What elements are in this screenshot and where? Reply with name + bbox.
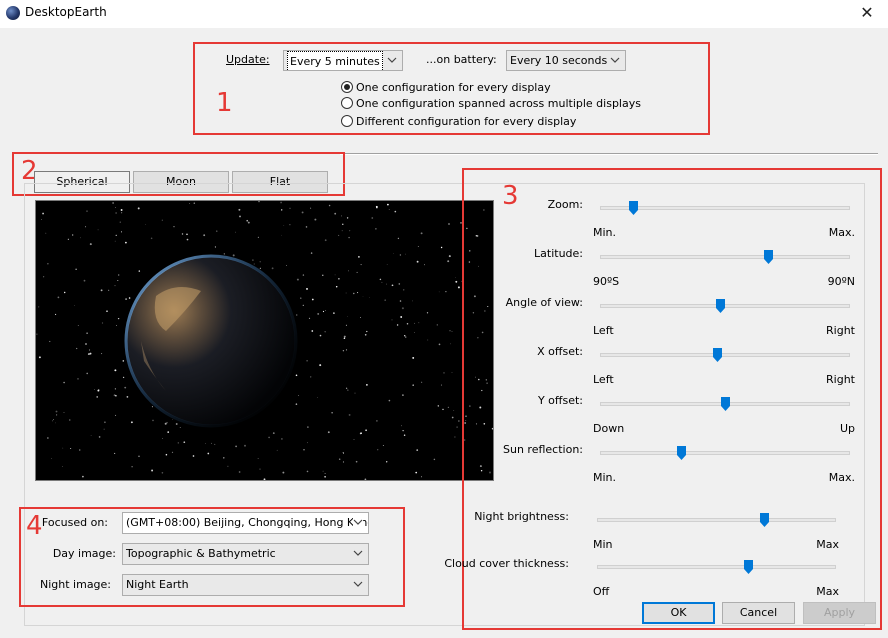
earth-preview-image: [36, 201, 493, 480]
zoom-min-label: Min.: [593, 226, 617, 239]
focused-on-dropdown[interactable]: (GMT+08:00) Beijing, Chongqing, Hong Kon…: [122, 512, 369, 534]
x-offset-slider[interactable]: [600, 353, 850, 357]
slider-thumb-icon[interactable]: [763, 250, 773, 264]
cancel-button[interactable]: Cancel: [722, 602, 795, 624]
radio-button[interactable]: [341, 115, 353, 127]
chevron-down-icon: [353, 550, 363, 556]
angle-of-view-slider[interactable]: [600, 304, 850, 308]
night-brightness-max-label: Max: [816, 538, 839, 551]
latitude-label: Latitude:: [534, 247, 583, 260]
ok-button[interactable]: OK: [642, 602, 715, 624]
update-label: Update:: [226, 53, 270, 66]
latitude-slider[interactable]: [600, 255, 850, 259]
slider-thumb-icon[interactable]: [744, 560, 754, 574]
radio-button[interactable]: [341, 81, 353, 93]
x-offset-min-label: Left: [593, 373, 614, 386]
angle-of-view-min-label: Left: [593, 324, 614, 337]
day-image-value: Topographic & Bathymetric: [126, 547, 276, 560]
night-brightness-slider[interactable]: [597, 518, 836, 522]
chevron-down-icon: [353, 518, 363, 526]
slider-thumb-icon[interactable]: [720, 397, 730, 411]
latitude-max-label: 90ºN: [827, 275, 855, 288]
annotation-number-3: 3: [502, 181, 519, 211]
night-brightness-min-label: Min: [593, 538, 613, 551]
battery-dropdown[interactable]: Every 10 seconds: [506, 50, 626, 71]
annotation-number-1: 1: [216, 88, 233, 118]
y-offset-min-label: Down: [593, 422, 625, 435]
zoom-label: Zoom:: [547, 198, 583, 211]
slider-thumb-icon[interactable]: [715, 299, 725, 313]
x-offset-label: X offset:: [537, 345, 583, 358]
sun-reflection-min-label: Min.: [593, 471, 617, 484]
y-offset-max-label: Up: [839, 422, 855, 435]
earth-icon: [6, 6, 20, 20]
angle-of-view-label: Angle of view:: [505, 296, 583, 309]
night-image-label: Night image:: [40, 578, 112, 591]
x-offset-max-label: Right: [826, 373, 855, 386]
sun-reflection-label: Sun reflection:: [503, 443, 583, 456]
update-dropdown[interactable]: Every 5 minutes: [283, 50, 403, 71]
radio-label: One configuration spanned across multipl…: [356, 97, 641, 110]
night-brightness-label: Night brightness:: [474, 510, 569, 523]
angle-of-view-max-label: Right: [826, 324, 855, 337]
y-offset-label: Y offset:: [537, 394, 583, 407]
radio-label: One configuration for every display: [356, 81, 551, 94]
battery-label: ...on battery:: [426, 53, 497, 66]
config-option-different[interactable]: Different configuration for every displa…: [341, 115, 576, 130]
cloud-cover-thickness-label: Cloud cover thickness:: [444, 557, 569, 570]
latitude-min-label: 90ºS: [593, 275, 620, 288]
day-image-label: Day image:: [52, 547, 116, 560]
cloud-cover-thickness-slider[interactable]: [597, 565, 836, 569]
chevron-down-icon: [387, 57, 397, 63]
chevron-down-icon: [610, 57, 620, 63]
sun-reflection-max-label: Max.: [828, 471, 855, 484]
focused-on-value: (GMT+08:00) Beijing, Chongqing, Hong Kon…: [126, 516, 369, 529]
config-option-spanned[interactable]: One configuration spanned across multipl…: [341, 97, 641, 112]
sun-reflection-slider[interactable]: [600, 451, 850, 455]
chevron-down-icon: [353, 581, 363, 587]
config-option-single[interactable]: One configuration for every display: [341, 81, 551, 96]
slider-thumb-icon[interactable]: [677, 446, 687, 460]
title-bar: [0, 0, 888, 28]
night-image-dropdown[interactable]: Night Earth: [122, 574, 369, 596]
slider-thumb-icon[interactable]: [713, 348, 723, 362]
earth-preview: [35, 200, 494, 481]
zoom-max-label: Max.: [828, 226, 855, 239]
update-value: Every 5 minutes: [287, 51, 383, 70]
divider: [340, 153, 878, 155]
radio-label: Different configuration for every displa…: [356, 115, 577, 128]
radio-button[interactable]: [341, 97, 353, 109]
night-image-value: Night Earth: [126, 578, 189, 591]
slider-thumb-icon[interactable]: [628, 201, 638, 215]
close-button[interactable]: ✕: [846, 0, 888, 28]
cloud-cover-thickness-min-label: Off: [593, 585, 610, 598]
battery-value: Every 10 seconds: [510, 54, 608, 67]
focused-on-label: Focused on:: [41, 516, 108, 529]
slider-thumb-icon[interactable]: [760, 513, 770, 527]
window-title: DesktopEarth: [25, 5, 107, 19]
day-image-dropdown[interactable]: Topographic & Bathymetric: [122, 543, 369, 565]
close-icon: ✕: [860, 3, 874, 22]
cloud-cover-thickness-max-label: Max: [816, 585, 839, 598]
apply-button[interactable]: Apply: [803, 602, 876, 624]
